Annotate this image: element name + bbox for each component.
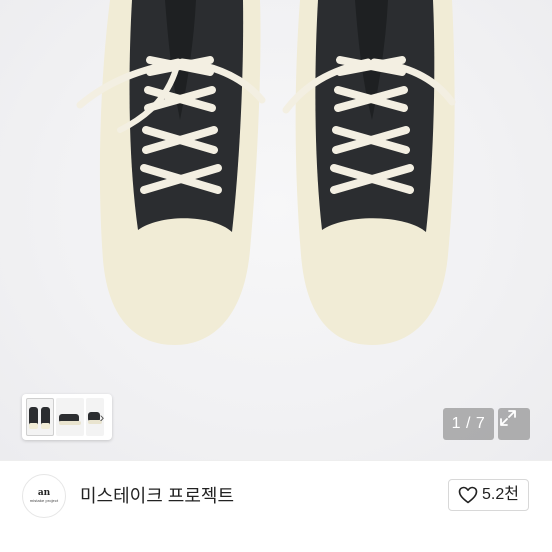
like-count: 5.2천 <box>482 486 519 503</box>
thumbnail-sneakers-icon <box>29 407 50 429</box>
shop-logo: an <box>37 487 51 498</box>
thumbnail-strip[interactable]: › <box>22 394 112 440</box>
thumbnail-sneakers-side-icon <box>59 414 81 425</box>
product-image[interactable]: › 1 / 7 <box>0 0 552 460</box>
expand-button[interactable] <box>498 408 530 440</box>
shop-name[interactable]: 미스테이크 프로젝트 <box>80 484 234 508</box>
left-shoe <box>76 0 266 345</box>
thumbnail-1[interactable] <box>26 398 54 436</box>
sneakers-photo <box>76 0 456 345</box>
shop-row[interactable]: an mistake project 미스테이크 프로젝트 5.2천 <box>0 461 552 552</box>
thumbnail-2[interactable] <box>56 398 84 436</box>
expand-icon <box>500 410 516 426</box>
image-counter: 1 / 7 <box>443 408 494 440</box>
heart-icon <box>458 486 478 504</box>
shop-logo-text: mistake project <box>29 497 59 503</box>
chevron-right-icon[interactable]: › <box>96 408 108 426</box>
right-shoe <box>282 0 456 345</box>
like-button[interactable]: 5.2천 <box>448 479 529 511</box>
shop-avatar[interactable]: an mistake project <box>22 474 66 518</box>
